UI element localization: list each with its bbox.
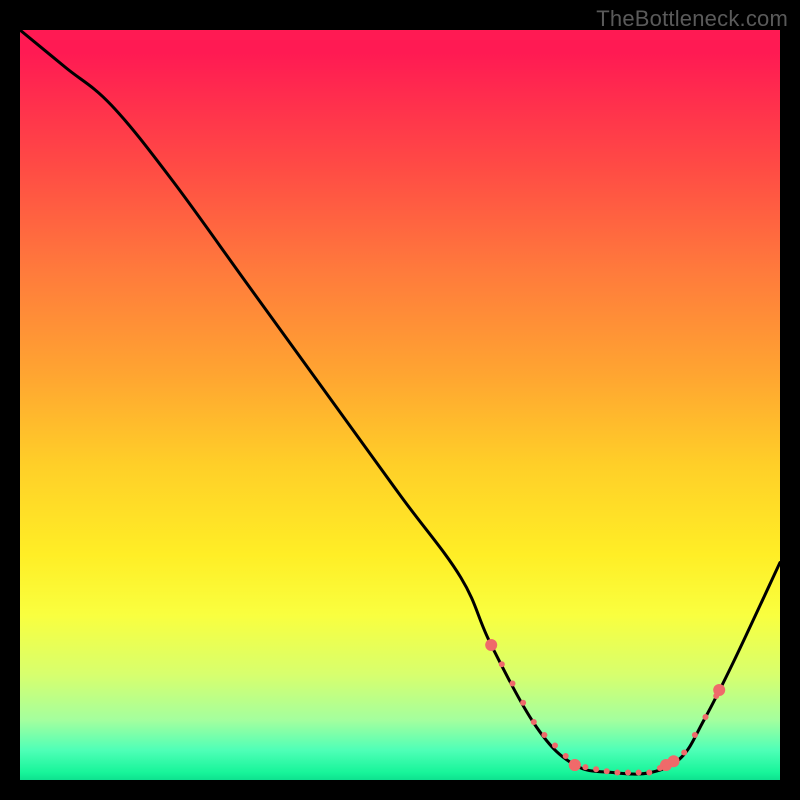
watermark-text: TheBottleneck.com xyxy=(596,6,788,32)
highlight-dot xyxy=(488,642,494,648)
chart-root: TheBottleneck.com xyxy=(0,0,800,800)
highlight-dot xyxy=(552,743,558,749)
highlight-dot xyxy=(681,750,687,756)
highlight-segments xyxy=(485,639,725,776)
highlight-dot xyxy=(604,768,610,774)
highlight-dot xyxy=(713,693,719,699)
highlight-dot xyxy=(593,766,599,772)
highlight-dot xyxy=(692,732,698,738)
highlight-dot xyxy=(510,681,516,687)
highlight-dot xyxy=(614,770,620,776)
highlight-dot xyxy=(636,770,642,776)
highlight-dot xyxy=(671,758,677,764)
highlight-dot xyxy=(572,762,578,768)
highlight-dot xyxy=(582,764,588,770)
bottleneck-curve xyxy=(20,30,780,774)
plot-area xyxy=(20,30,780,780)
highlight-dot xyxy=(625,770,631,776)
highlight-dot xyxy=(703,714,709,720)
highlight-dot xyxy=(657,765,663,771)
curve-layer xyxy=(20,30,780,780)
highlight-dot xyxy=(531,719,537,725)
highlight-dot xyxy=(563,753,569,759)
highlight-dot xyxy=(499,661,505,667)
highlight-dot xyxy=(520,700,526,706)
highlight-dot xyxy=(646,770,652,776)
highlight-dot xyxy=(541,732,547,738)
